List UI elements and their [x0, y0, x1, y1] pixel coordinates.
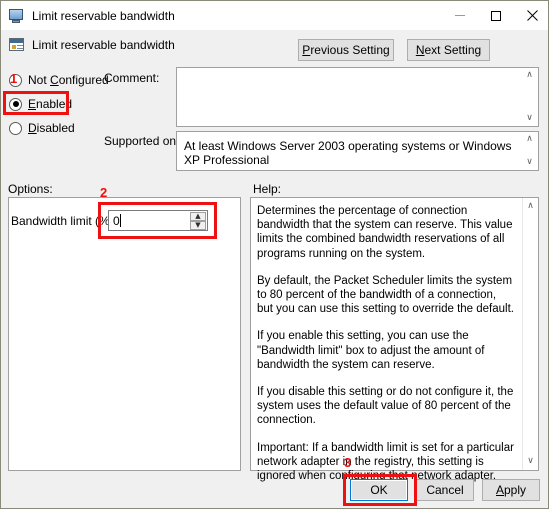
minimize-button[interactable]	[442, 1, 478, 30]
radio-disabled-indicator	[9, 121, 22, 135]
supported-on-label: Supported on:	[104, 134, 180, 148]
help-text: Determines the percentage of connection …	[257, 204, 515, 496]
policy-setting-icon	[9, 37, 25, 53]
supported-on-field: At least Windows Server 2003 operating s…	[176, 131, 539, 171]
help-panel: Determines the percentage of connection …	[250, 197, 539, 482]
comment-input[interactable]: ∧ ∨	[176, 67, 539, 127]
previous-label: revious Setting	[310, 43, 390, 57]
maximize-button[interactable]	[478, 1, 514, 30]
navigation-buttons: Previous Setting Next Setting	[298, 39, 490, 61]
help-paragraph: Important: If a bandwidth limit is set f…	[257, 441, 514, 483]
help-paragraph: If you disable this setting or do not co…	[257, 386, 514, 427]
help-paragraph: By default, the Packet Scheduler limits …	[257, 274, 514, 316]
comment-scroll-arrows[interactable]: ∧ ∨	[521, 68, 538, 126]
radio-not-configured[interactable]: Not Configured	[9, 72, 109, 88]
cancel-button[interactable]: Cancel	[416, 479, 474, 501]
options-panel	[8, 197, 241, 471]
radio-enabled[interactable]: Enabled	[9, 96, 72, 112]
chevron-up-icon[interactable]: ∧	[526, 71, 533, 80]
next-setting-button[interactable]: Next Setting	[407, 39, 490, 61]
bandwidth-limit-value: 0	[113, 213, 121, 228]
ok-button[interactable]: OK	[350, 479, 408, 501]
dialog-buttons: OK Cancel Apply	[350, 479, 540, 501]
chevron-up-icon[interactable]: ∧	[527, 202, 534, 211]
bandwidth-limit-label: Bandwidth limit (%):	[11, 214, 118, 228]
maximize-icon	[491, 10, 501, 21]
chevron-down-icon[interactable]: ∨	[527, 457, 534, 466]
help-label: Help:	[253, 182, 282, 196]
radio-disabled-label: Disabled	[28, 121, 75, 135]
supported-on-value: At least Windows Server 2003 operating s…	[184, 139, 512, 167]
bandwidth-stepper[interactable]: ▲ ▼	[190, 212, 206, 230]
options-label: Options:	[8, 182, 53, 196]
window-title: Limit reservable bandwidth	[32, 8, 175, 23]
text-cursor	[119, 213, 121, 227]
supported-scroll-arrows[interactable]: ∧ ∨	[521, 132, 538, 170]
group-policy-setting-dialog: Limit reservable bandwidth Limit reserva…	[0, 0, 549, 509]
setting-title: Limit reservable bandwidth	[32, 37, 175, 52]
help-paragraph: If you enable this setting, you can use …	[257, 330, 485, 371]
previous-setting-button[interactable]: Previous Setting	[298, 39, 394, 61]
close-icon	[526, 10, 538, 21]
radio-not-configured-label: Not Configured	[28, 73, 109, 87]
next-label: ext Setting	[424, 43, 482, 57]
comment-label: Comment:	[104, 71, 160, 85]
title-bar: Limit reservable bandwidth	[1, 1, 548, 30]
radio-enabled-indicator	[9, 97, 22, 111]
minimize-icon	[455, 15, 465, 16]
chevron-down-icon[interactable]: ∨	[526, 114, 533, 123]
chevron-down-icon[interactable]: ∨	[526, 158, 533, 167]
window-controls	[442, 1, 548, 30]
radio-enabled-label: Enabled	[28, 97, 73, 111]
help-paragraph: Determines the percentage of connection …	[257, 205, 513, 260]
stepper-up-icon[interactable]: ▲	[190, 212, 206, 221]
help-scrollbar[interactable]: ∧ ∨	[522, 198, 538, 470]
chevron-up-icon[interactable]: ∧	[526, 135, 533, 144]
stepper-down-icon[interactable]: ▼	[190, 221, 206, 230]
bandwidth-limit-input[interactable]: 0 ▲ ▼	[108, 210, 208, 231]
close-button[interactable]	[514, 1, 548, 30]
radio-disabled[interactable]: Disabled	[9, 120, 75, 136]
radio-not-configured-indicator	[9, 73, 22, 87]
apply-button[interactable]: Apply	[482, 479, 540, 501]
computer-icon	[9, 8, 25, 24]
